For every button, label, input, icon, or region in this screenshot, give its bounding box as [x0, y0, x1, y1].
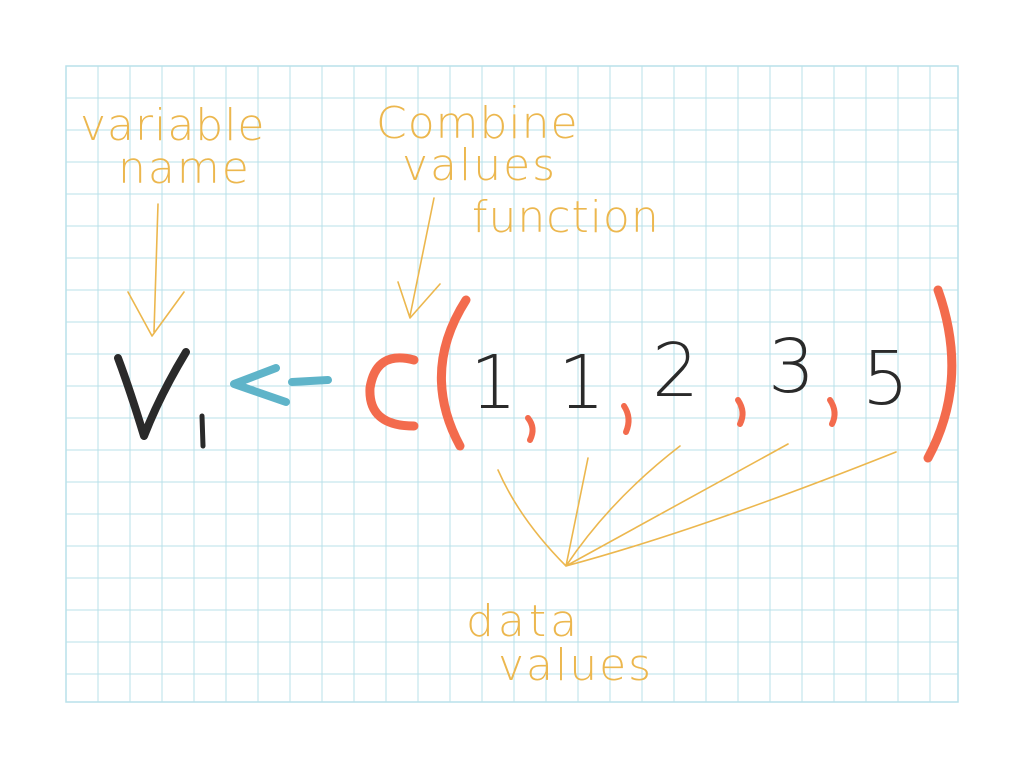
- variable-v-stroke: [114, 348, 190, 440]
- comma-4: [827, 397, 838, 427]
- whiteboard-canvas: variable name Combine values function v …: [0, 0, 1024, 768]
- data-value-2: 1: [558, 340, 605, 426]
- assign-operator-stroke: [230, 364, 332, 406]
- annotation-values-text: values: [402, 140, 557, 191]
- data-value-5: 5: [862, 336, 909, 422]
- data-value-4: 3: [768, 324, 815, 410]
- data-value-1: 1: [470, 340, 517, 426]
- annotation-name-text: name: [118, 143, 251, 194]
- data-value-3: 2: [652, 328, 699, 414]
- annotation-data-values: data values: [466, 443, 897, 691]
- annotation-variable-name: variable name: [80, 100, 265, 337]
- comma-3: [735, 397, 746, 427]
- comma-2: [621, 403, 632, 435]
- arrow-to-variable: [127, 203, 185, 337]
- arrows-to-data-values: [497, 443, 897, 567]
- annotation-function-text: function: [472, 192, 660, 243]
- comma-1: [525, 415, 536, 443]
- function-c-stroke: [365, 353, 419, 431]
- annotation-data-values-text: values: [498, 640, 653, 691]
- drawing-surface: variable name Combine values function v …: [65, 65, 959, 703]
- annotation-combine-values-function: Combine values function: [376, 98, 660, 319]
- variable-subscript-stroke: [199, 413, 206, 449]
- close-paren-stroke: [923, 285, 957, 463]
